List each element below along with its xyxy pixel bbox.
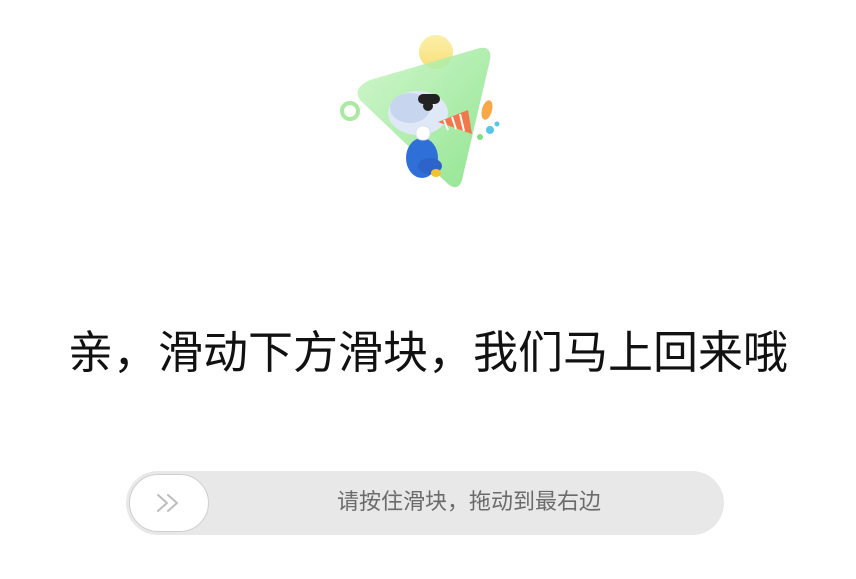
slider-handle[interactable]	[129, 474, 209, 532]
mascot-illustration	[330, 30, 520, 200]
slider-track[interactable]: 请按住滑块，拖动到最右边	[126, 471, 724, 535]
page: 亲，滑动下方滑块，我们马上回来哦 请按住滑块，拖动到最右边	[0, 0, 856, 579]
verification-message: 亲，滑动下方滑块，我们马上回来哦	[67, 326, 788, 379]
megaphone-mascot-icon	[340, 35, 500, 188]
double-chevron-right-icon	[157, 494, 178, 512]
slider-hint-text: 请按住滑块，拖动到最右边	[336, 490, 601, 515]
